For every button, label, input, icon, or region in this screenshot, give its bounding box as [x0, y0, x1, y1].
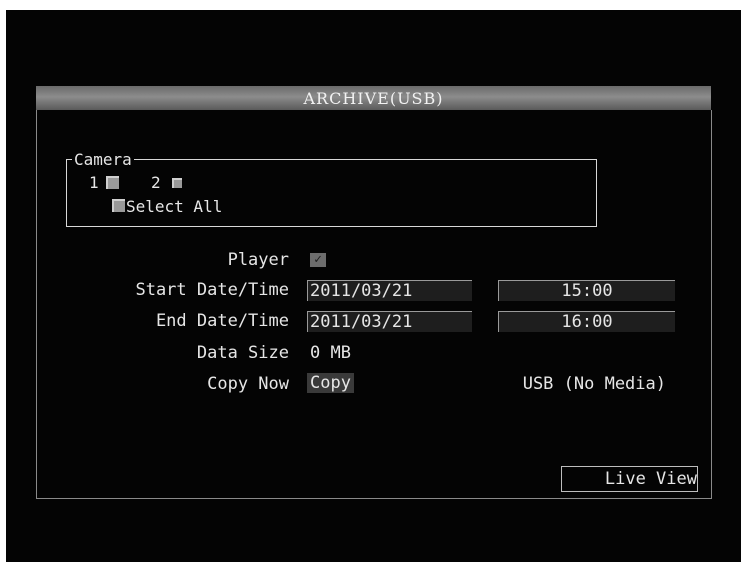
usb-status: USB (No Media): [522, 374, 666, 394]
player-checkbox[interactable]: ✓: [310, 253, 326, 267]
player-label: Player: [227, 250, 289, 270]
camera-group-legend: Camera: [72, 150, 134, 169]
window-title: ARCHIVE(USB): [303, 89, 444, 108]
copy-button[interactable]: Copy: [307, 373, 354, 393]
camera-2-checkbox[interactable]: [172, 178, 182, 188]
start-datetime-label: Start Date/Time: [135, 280, 289, 300]
check-icon: ✓: [314, 252, 322, 267]
data-size-value: 0 MB: [310, 343, 351, 363]
camera-group-box: [66, 159, 597, 227]
select-all-label: Select All: [126, 197, 223, 216]
camera-2-label: 2: [151, 173, 161, 192]
copy-now-label: Copy Now: [207, 374, 289, 394]
start-time-field[interactable]: 15:00: [498, 280, 675, 301]
end-date-field[interactable]: 2011/03/21: [307, 311, 472, 332]
start-date-field[interactable]: 2011/03/21: [307, 280, 472, 301]
camera-1-checkbox[interactable]: [106, 176, 119, 189]
data-size-label: Data Size: [196, 343, 289, 363]
camera-1-label: 1: [89, 173, 99, 192]
end-datetime-label: End Date/Time: [155, 311, 289, 331]
live-view-button[interactable]: Live View: [561, 466, 698, 492]
title-bar: ARCHIVE(USB): [36, 86, 711, 110]
select-all-checkbox[interactable]: [112, 199, 125, 212]
end-time-field[interactable]: 16:00: [498, 311, 675, 332]
